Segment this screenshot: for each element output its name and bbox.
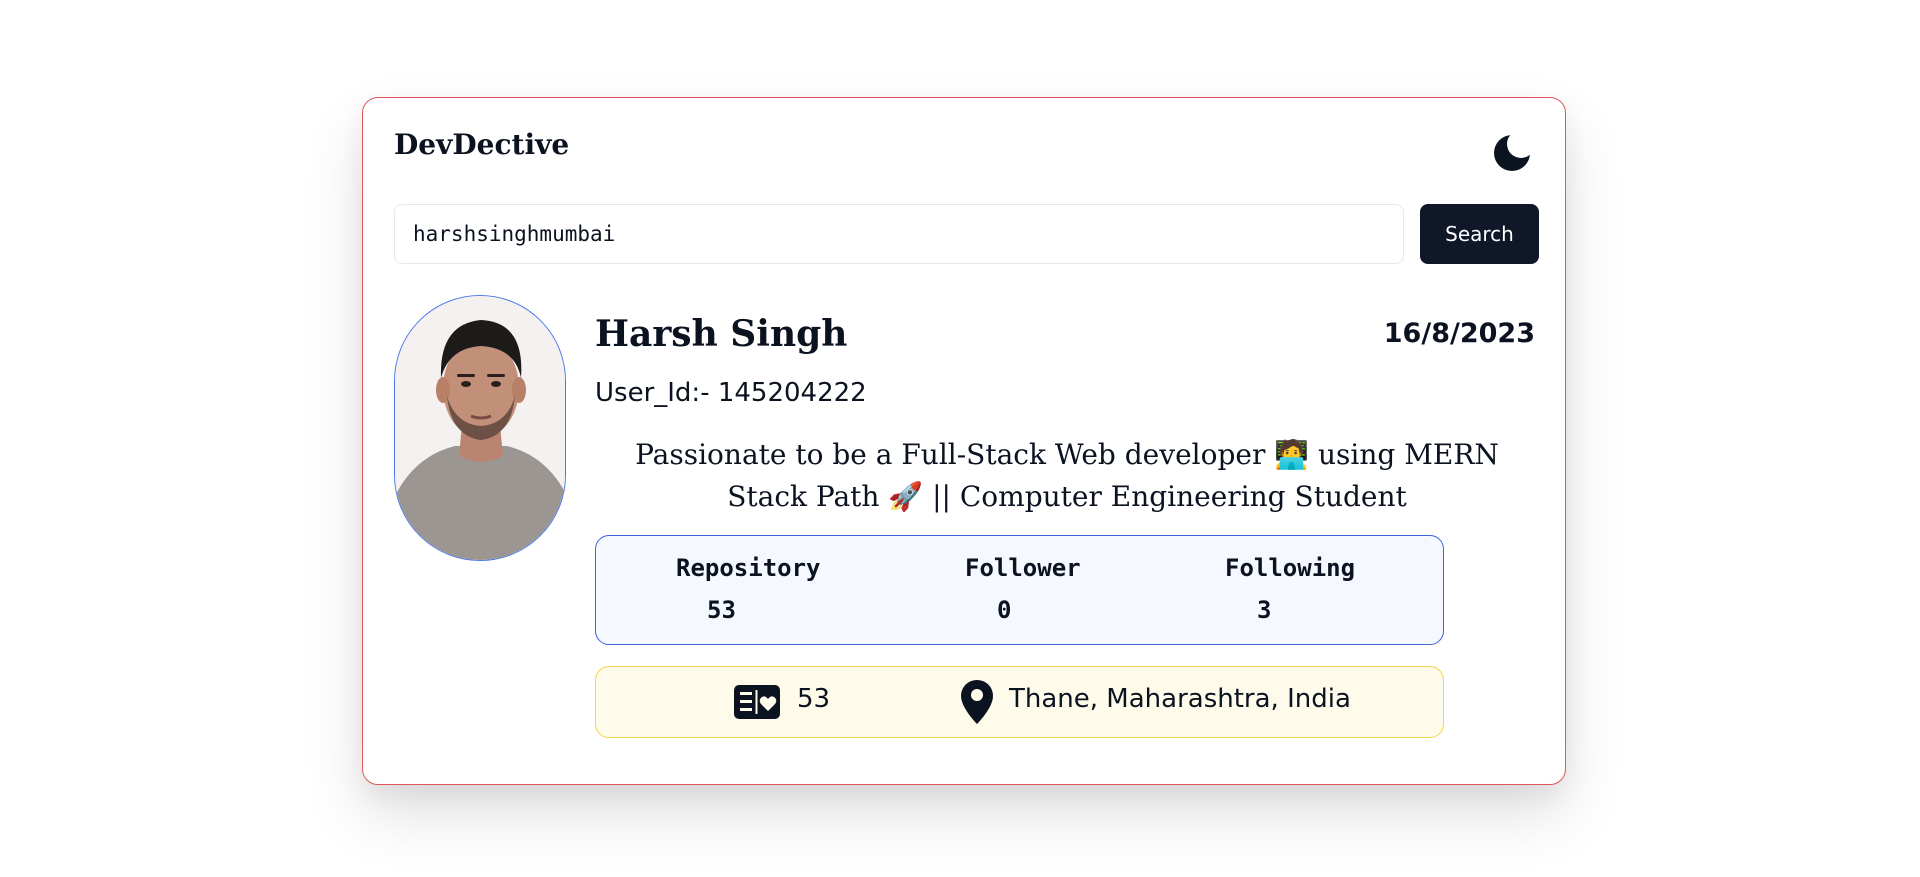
location-text: Thane, Maharashtra, India [1009, 684, 1351, 714]
profile-bio: Passionate to be a Full-Stack Web develo… [635, 438, 1499, 513]
following-label: Following [1225, 554, 1356, 582]
gist-card-icon [734, 683, 780, 728]
avatar-photo [395, 296, 565, 560]
stats-panel: Repository 53 Follower 0 Following 3 [595, 535, 1444, 645]
theme-toggle-button[interactable] [1492, 132, 1532, 172]
moon-icon [1494, 135, 1530, 171]
following-count: 3 [1257, 596, 1272, 624]
search-button[interactable]: Search [1420, 204, 1539, 264]
repository-label: Repository [676, 554, 821, 582]
follower-count: 0 [997, 596, 1012, 624]
map-pin-icon [960, 679, 994, 732]
app-title: DevDective [394, 128, 570, 161]
user-id: User_Id:- 145204222 [595, 378, 867, 408]
joined-date: 16/8/2023 [1383, 318, 1535, 349]
profile-name: Harsh Singh [595, 313, 848, 355]
info-panel: 53 Thane, Maharashtra, India [595, 666, 1444, 738]
profile-card: DevDective Search [362, 97, 1566, 785]
search-input[interactable] [394, 204, 1404, 264]
avatar [394, 295, 566, 561]
repository-count: 53 [707, 596, 736, 624]
follower-label: Follower [965, 554, 1081, 582]
gists-count: 53 [797, 684, 831, 714]
